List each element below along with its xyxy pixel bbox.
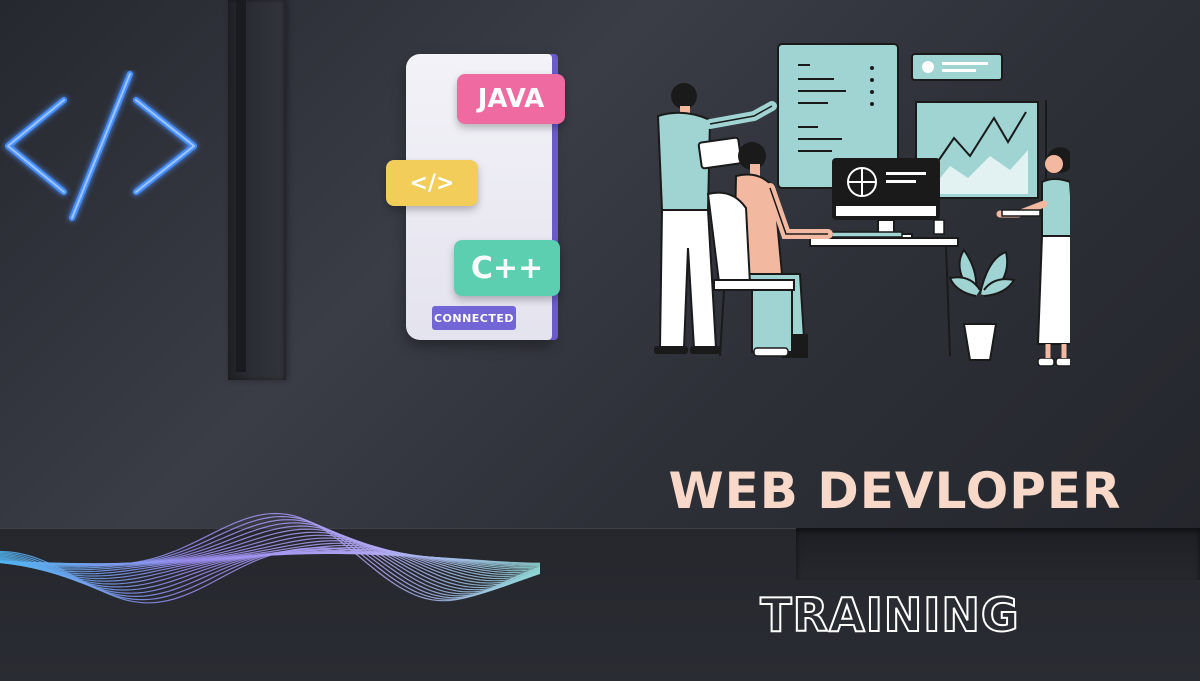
- headline-subtitle: TRAINING: [759, 587, 1020, 643]
- bottom-step-panel: [796, 528, 1200, 580]
- java-tag: JAVA: [457, 74, 565, 124]
- desk: [809, 219, 959, 357]
- line-wave-graphic: [0, 512, 540, 604]
- headline-title: WEB DEVLOPER: [668, 462, 1122, 520]
- code-tag: </>: [386, 160, 478, 206]
- frame-groove: [236, 0, 246, 372]
- wave-line: [0, 515, 540, 600]
- wave-line: [0, 512, 540, 602]
- code-brackets-icon: [5, 71, 197, 221]
- wave-line: [0, 548, 540, 601]
- potted-plant: [948, 248, 1016, 361]
- monitor: [832, 158, 940, 241]
- connected-badge: CONNECTED: [432, 306, 516, 330]
- left-frame-panel: [228, 0, 286, 380]
- developers-team-illustration: [654, 43, 1070, 367]
- cpp-tag: C++: [454, 240, 560, 296]
